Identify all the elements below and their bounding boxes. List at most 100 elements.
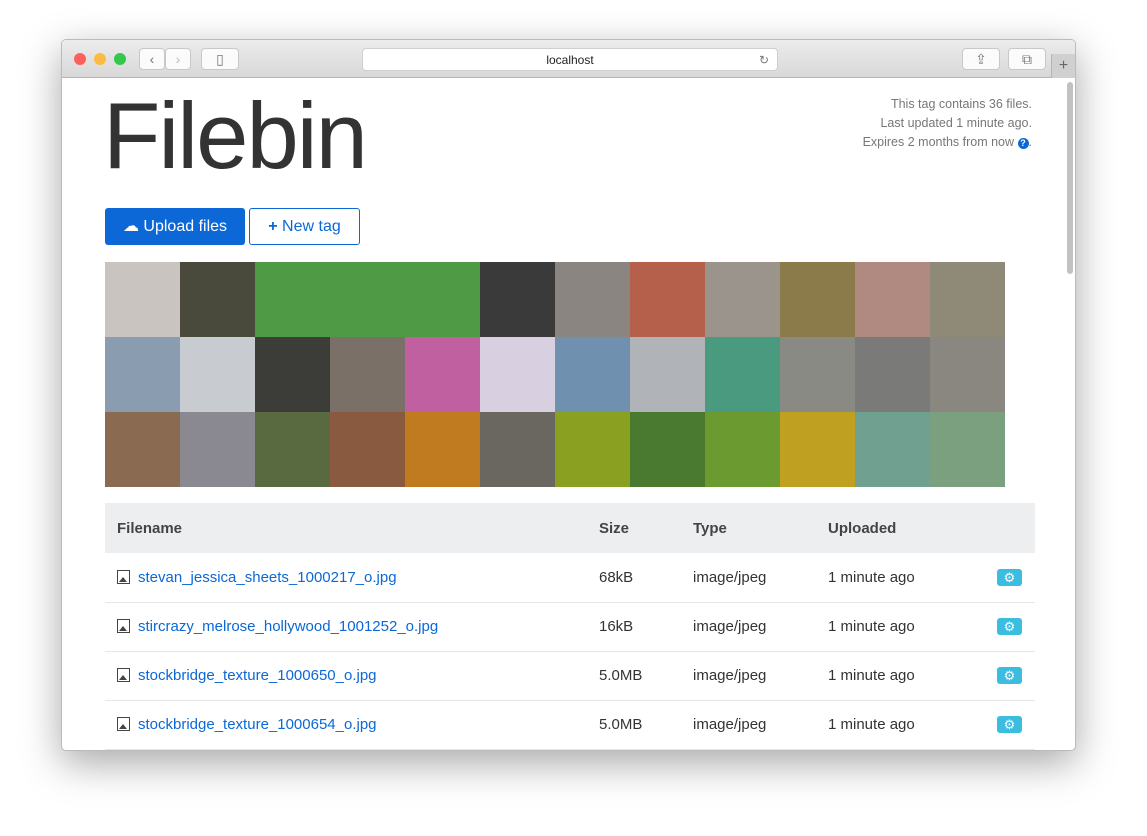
header-uploaded: Uploaded bbox=[816, 503, 985, 553]
page-content: Filebin This tag contains 36 files. Last… bbox=[62, 78, 1075, 750]
file-link[interactable]: stevan_jessica_sheets_1000217_o.jpg bbox=[138, 569, 397, 586]
gear-icon[interactable]: ⚙ bbox=[997, 667, 1022, 684]
type-cell: image/jpeg bbox=[681, 700, 816, 750]
thumbnail[interactable] bbox=[780, 262, 855, 337]
size-cell: 16kB bbox=[587, 602, 681, 652]
back-button[interactable]: ‹ bbox=[139, 48, 165, 70]
new-tag-label: New tag bbox=[282, 218, 341, 235]
size-cell: 68kB bbox=[587, 553, 681, 603]
cloud-upload-icon: ☁ bbox=[122, 218, 139, 235]
thumbnail[interactable] bbox=[105, 337, 180, 412]
thumbnail[interactable] bbox=[705, 337, 780, 412]
thumbnail[interactable] bbox=[405, 412, 480, 487]
tag-info: This tag contains 36 files. Last updated… bbox=[863, 95, 1032, 152]
filename-cell: stevan_jessica_sheets_1000217_o.jpg bbox=[105, 553, 587, 603]
close-button[interactable] bbox=[74, 53, 86, 65]
minimize-button[interactable] bbox=[94, 53, 106, 65]
thumbnail[interactable] bbox=[630, 262, 705, 337]
actions-cell: ⚙ bbox=[985, 602, 1035, 652]
thumbnail[interactable] bbox=[630, 412, 705, 487]
header-type: Type bbox=[681, 503, 816, 553]
period: . bbox=[1028, 135, 1032, 149]
thumbnail[interactable] bbox=[705, 262, 780, 337]
thumbnail[interactable] bbox=[555, 337, 630, 412]
gear-icon[interactable]: ⚙ bbox=[997, 618, 1022, 635]
thumbnail[interactable] bbox=[180, 412, 255, 487]
tabs-icon[interactable]: ⧉ bbox=[1008, 48, 1046, 70]
actions-cell: ⚙ bbox=[985, 553, 1035, 603]
thumbnail[interactable] bbox=[105, 262, 180, 337]
table-row: stircrazy_melrose_hollywood_1001252_o.jp… bbox=[105, 602, 1035, 652]
file-table: Filename Size Type Uploaded stevan_jessi… bbox=[105, 503, 1035, 750]
thumbnail[interactable] bbox=[330, 262, 405, 337]
thumbnail[interactable] bbox=[555, 412, 630, 487]
new-tag-button[interactable]: + New tag bbox=[249, 208, 360, 245]
table-row: stevan_jessica_sheets_1000217_o.jpg 68kB i… bbox=[105, 553, 1035, 603]
file-link[interactable]: stockbridge_texture_1000654_o.jpg bbox=[138, 716, 377, 733]
thumbnail[interactable] bbox=[405, 262, 480, 337]
zoom-button[interactable] bbox=[114, 53, 126, 65]
thumbnail[interactable] bbox=[630, 337, 705, 412]
page-title: Filebin bbox=[103, 83, 368, 188]
header-size: Size bbox=[587, 503, 681, 553]
filename-cell: stircrazy_melrose_hollywood_1001252_o.jp… bbox=[105, 602, 587, 652]
thumbnail[interactable] bbox=[255, 412, 330, 487]
address-bar[interactable]: localhost ↻ bbox=[362, 48, 778, 71]
thumbnail[interactable] bbox=[855, 262, 930, 337]
size-cell: 5.0MB bbox=[587, 700, 681, 750]
upload-label: Upload files bbox=[143, 218, 228, 235]
share-icon[interactable]: ⇪ bbox=[962, 48, 1000, 70]
titlebar: ‹ › ▯ localhost ↻ ⇪ ⧉ + bbox=[62, 40, 1075, 78]
thumbnail[interactable] bbox=[405, 337, 480, 412]
thumbnail[interactable] bbox=[480, 262, 555, 337]
reload-icon[interactable]: ↻ bbox=[759, 49, 769, 71]
type-cell: image/jpeg bbox=[681, 553, 816, 603]
sidebar-icon[interactable]: ▯ bbox=[201, 48, 239, 70]
thumbnail[interactable] bbox=[705, 412, 780, 487]
image-file-icon bbox=[117, 717, 130, 731]
thumbnail[interactable] bbox=[930, 337, 1005, 412]
table-row: stockbridge_texture_1000654_o.jpg 5.0MB im… bbox=[105, 700, 1035, 750]
file-link[interactable]: stircrazy_melrose_hollywood_1001252_o.jp… bbox=[138, 618, 438, 635]
thumbnail[interactable] bbox=[180, 337, 255, 412]
thumbnail[interactable] bbox=[930, 262, 1005, 337]
thumbnail[interactable] bbox=[555, 262, 630, 337]
uploaded-cell: 1 minute ago bbox=[816, 602, 985, 652]
size-cell: 5.0MB bbox=[587, 651, 681, 701]
image-file-icon bbox=[117, 619, 130, 633]
last-updated: Last updated 1 minute ago. bbox=[880, 116, 1032, 130]
thumbnail[interactable] bbox=[930, 412, 1005, 487]
upload-files-button[interactable]: ☁ Upload files bbox=[105, 208, 245, 245]
uploaded-cell: 1 minute ago bbox=[816, 651, 985, 701]
thumbnail[interactable] bbox=[255, 262, 330, 337]
gear-icon[interactable]: ⚙ bbox=[997, 568, 1022, 586]
thumbnail[interactable] bbox=[180, 262, 255, 337]
browser-window: ‹ › ▯ localhost ↻ ⇪ ⧉ + Filebin This tag … bbox=[61, 39, 1076, 751]
thumbnail[interactable] bbox=[480, 412, 555, 487]
url-text: localhost bbox=[546, 53, 594, 67]
thumbnail[interactable] bbox=[105, 412, 180, 487]
new-tab-button[interactable]: + bbox=[1051, 54, 1075, 78]
type-cell: image/jpeg bbox=[681, 602, 816, 652]
forward-button[interactable]: › bbox=[165, 48, 191, 70]
scrollbar[interactable] bbox=[1067, 82, 1073, 274]
filename-cell: stockbridge_texture_1000650_o.jpg bbox=[105, 651, 587, 701]
file-link[interactable]: stockbridge_texture_1000650_o.jpg bbox=[138, 667, 377, 684]
thumbnail[interactable] bbox=[780, 337, 855, 412]
thumbnail[interactable] bbox=[330, 337, 405, 412]
type-cell: image/jpeg bbox=[681, 651, 816, 701]
file-count: This tag contains 36 files. bbox=[890, 97, 1032, 111]
filename-cell: stockbridge_texture_1000654_o.jpg bbox=[105, 700, 587, 750]
table-row: stockbridge_texture_1000650_o.jpg 5.0MB im… bbox=[105, 651, 1035, 701]
help-icon[interactable]: ? bbox=[1017, 138, 1029, 149]
thumbnail[interactable] bbox=[780, 412, 855, 487]
image-file-icon bbox=[117, 668, 130, 682]
thumbnail[interactable] bbox=[255, 337, 330, 412]
image-file-icon bbox=[117, 569, 130, 584]
gear-icon[interactable]: ⚙ bbox=[997, 716, 1022, 733]
actions-cell: ⚙ bbox=[985, 700, 1035, 750]
thumbnail[interactable] bbox=[330, 412, 405, 487]
thumbnail[interactable] bbox=[480, 337, 555, 412]
thumbnail[interactable] bbox=[855, 412, 930, 487]
thumbnail[interactable] bbox=[855, 337, 930, 412]
